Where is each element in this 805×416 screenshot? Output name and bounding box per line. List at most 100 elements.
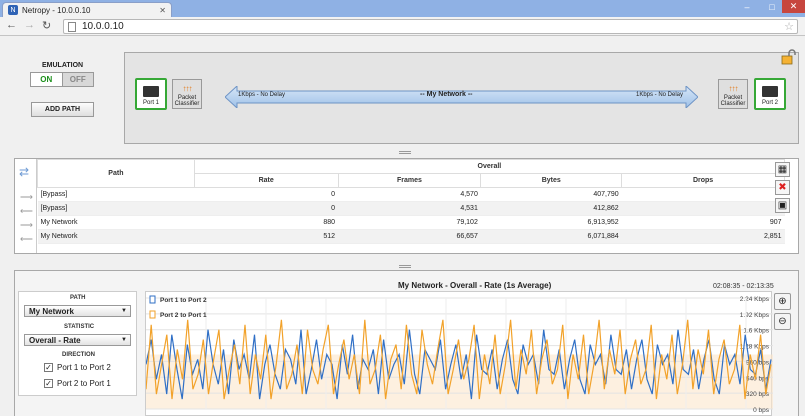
port-2-node[interactable]: Port 2 [754, 78, 786, 110]
path-cell: [Bypass] [37, 187, 195, 202]
bytes-cell: 6,071,884 [480, 229, 622, 244]
forward-arrow-icon[interactable]: → [24, 19, 35, 31]
statistic-label: STATISTIC [64, 324, 95, 330]
port2-to-port1-checkbox[interactable]: ✓ Port 2 to Port 1 [44, 379, 111, 388]
left-arrow-icon: ⟵ [20, 234, 33, 244]
back-arrow-icon[interactable]: ← [6, 19, 17, 31]
browser-toolbar: ← → ↻ 10.0.0.10 ☆ [0, 17, 805, 36]
zoom-in-icon[interactable]: ⊕ [774, 293, 791, 310]
drops-cell [621, 187, 785, 202]
chart-title: My Network - Overall - Rate (1s Average) [398, 281, 552, 290]
emulation-on-button[interactable]: ON [31, 73, 63, 86]
netropy-favicon-icon: N [8, 5, 18, 15]
statistics-table-panel: ⇄ ⟶ ⟵ ⟶ ⟵ Path Overall Rate Frames Bytes… [14, 158, 799, 254]
chart-time-range: 02:08:35 - 02:13:35 [713, 283, 774, 290]
legend-swatch [149, 310, 156, 319]
packet-classifier-left[interactable]: ↑↑↑ Packet Classifier [172, 79, 202, 109]
frames-cell: 79,102 [338, 215, 481, 230]
close-tab-icon[interactable]: ✕ [159, 6, 166, 15]
page-icon [68, 21, 76, 32]
drops-cell [621, 201, 785, 216]
table-row[interactable]: My Network 512 66,657 6,071,884 2,851 [37, 229, 785, 244]
right-arrow-icon: ⟶ [20, 192, 33, 202]
splitter-handle[interactable] [399, 151, 411, 154]
add-path-button[interactable]: ADD PATH [31, 102, 94, 117]
path-select[interactable]: My Network ▼ [24, 305, 131, 317]
address-url: 10.0.0.10 [82, 21, 124, 32]
columns-grid-icon[interactable]: ▦ [775, 162, 790, 177]
classifier-label-2: Classifier [720, 101, 746, 107]
drops-cell: 2,851 [621, 229, 785, 244]
unlock-icon[interactable] [781, 49, 797, 65]
statistics-table: Path Overall Rate Frames Bytes Drops [By… [37, 159, 786, 244]
splitter-handle[interactable] [399, 265, 411, 268]
chevron-down-icon: ▼ [121, 308, 127, 314]
tab-title: Netropy - 10.0.0.10 [22, 5, 91, 15]
port1-to-port2-label: Port 1 to Port 2 [57, 363, 111, 372]
port1-to-port2-checkbox[interactable]: ✓ Port 1 to Port 2 [44, 363, 111, 372]
frames-cell: 4,531 [338, 201, 481, 216]
classifier-arrows-icon: ↑↑↑ [728, 84, 739, 93]
reload-icon[interactable]: ↻ [42, 19, 51, 32]
classifier-label-2: Classifier [174, 101, 200, 107]
delete-x-icon[interactable]: ✖ [775, 180, 790, 195]
frames-cell: 66,657 [338, 229, 481, 244]
right-link-text: 1Kbps - No Delay [636, 92, 684, 98]
address-bar[interactable]: 10.0.0.10 ☆ [63, 19, 798, 34]
path-cell: [Bypass] [37, 201, 195, 216]
monitor-icon [762, 86, 778, 97]
left-link-text: 1Kbps - No Delay [238, 92, 286, 98]
checkmark-icon: ✓ [44, 363, 53, 372]
rate-chart[interactable]: 2.24 Kbps 1.92 Kbps 1.6 Kbps 1.28 Kbps 960 b… [145, 291, 773, 416]
direction-label: DIRECTION [62, 352, 95, 358]
legend-swatch [149, 295, 156, 304]
bytes-header[interactable]: Bytes [480, 173, 623, 188]
right-arrow-icon: ⟶ [20, 220, 33, 230]
frames-header[interactable]: Frames [337, 173, 482, 188]
y-tick-label: 0 bps [753, 407, 770, 414]
overall-header: Overall [193, 159, 786, 174]
bytes-cell: 6,913,952 [480, 215, 622, 230]
y-tick-label: 640 bps [746, 375, 770, 382]
save-disk-icon[interactable]: ▣ [775, 198, 790, 213]
monitor-icon [143, 86, 159, 97]
network-name[interactable]: -- My Network -- [420, 91, 473, 98]
zoom-out-icon[interactable]: ⊖ [774, 313, 791, 330]
drops-header[interactable]: Drops [621, 173, 785, 188]
rate-cell: 0 [194, 201, 339, 216]
minimize-window-icon[interactable]: – [735, 0, 759, 13]
maximize-window-icon[interactable]: □ [760, 0, 784, 13]
statistic-select[interactable]: Overall - Rate ▼ [24, 334, 131, 346]
direction-column: ⇄ ⟶ ⟵ ⟶ ⟵ [15, 159, 37, 253]
emulation-off-button[interactable]: OFF [62, 73, 93, 86]
chevron-down-icon: ▼ [121, 337, 127, 343]
left-arrow-icon: ⟵ [20, 206, 33, 216]
emulation-label: EMULATION [42, 62, 84, 69]
table-row[interactable]: [Bypass] 0 4,570 407,790 [37, 187, 785, 202]
port-1-node[interactable]: Port 1 [135, 78, 167, 110]
browser-tab[interactable]: N Netropy - 10.0.0.10 ✕ [2, 2, 172, 17]
port-2-label: Port 2 [761, 100, 778, 106]
path-label: PATH [70, 295, 86, 301]
packet-classifier-right[interactable]: ↑↑↑ Packet Classifier [718, 79, 748, 109]
emulation-toggle[interactable]: ON OFF [30, 72, 94, 87]
bookmark-star-icon[interactable]: ☆ [784, 20, 794, 33]
path-header[interactable]: Path [37, 159, 195, 188]
rate-cell: 880 [194, 215, 339, 230]
close-window-icon[interactable]: ✕ [782, 0, 805, 13]
table-row[interactable]: [Bypass] 0 4,531 412,862 [37, 201, 785, 216]
y-tick-label: 1.92 Kbps [740, 312, 770, 319]
table-row[interactable]: My Network 880 79,102 6,913,952 907 [37, 215, 785, 230]
rate-header[interactable]: Rate [193, 173, 339, 188]
drops-cell: 907 [621, 215, 785, 230]
bytes-cell: 407,790 [480, 187, 622, 202]
browser-tabbar: N Netropy - 10.0.0.10 ✕ – □ ✕ [0, 0, 805, 17]
port2-to-port1-label: Port 2 to Port 1 [57, 379, 111, 388]
port-1-label: Port 1 [142, 100, 159, 106]
swap-direction-icon[interactable]: ⇄ [19, 166, 29, 178]
table-actions: ▦ ✖ ▣ [775, 162, 793, 216]
y-tick-label: 2.24 Kbps [740, 296, 770, 303]
rate-cell: 512 [194, 229, 339, 244]
path-cell: My Network [37, 215, 195, 230]
legend-label: Port 2 to Port 1 [160, 312, 207, 319]
